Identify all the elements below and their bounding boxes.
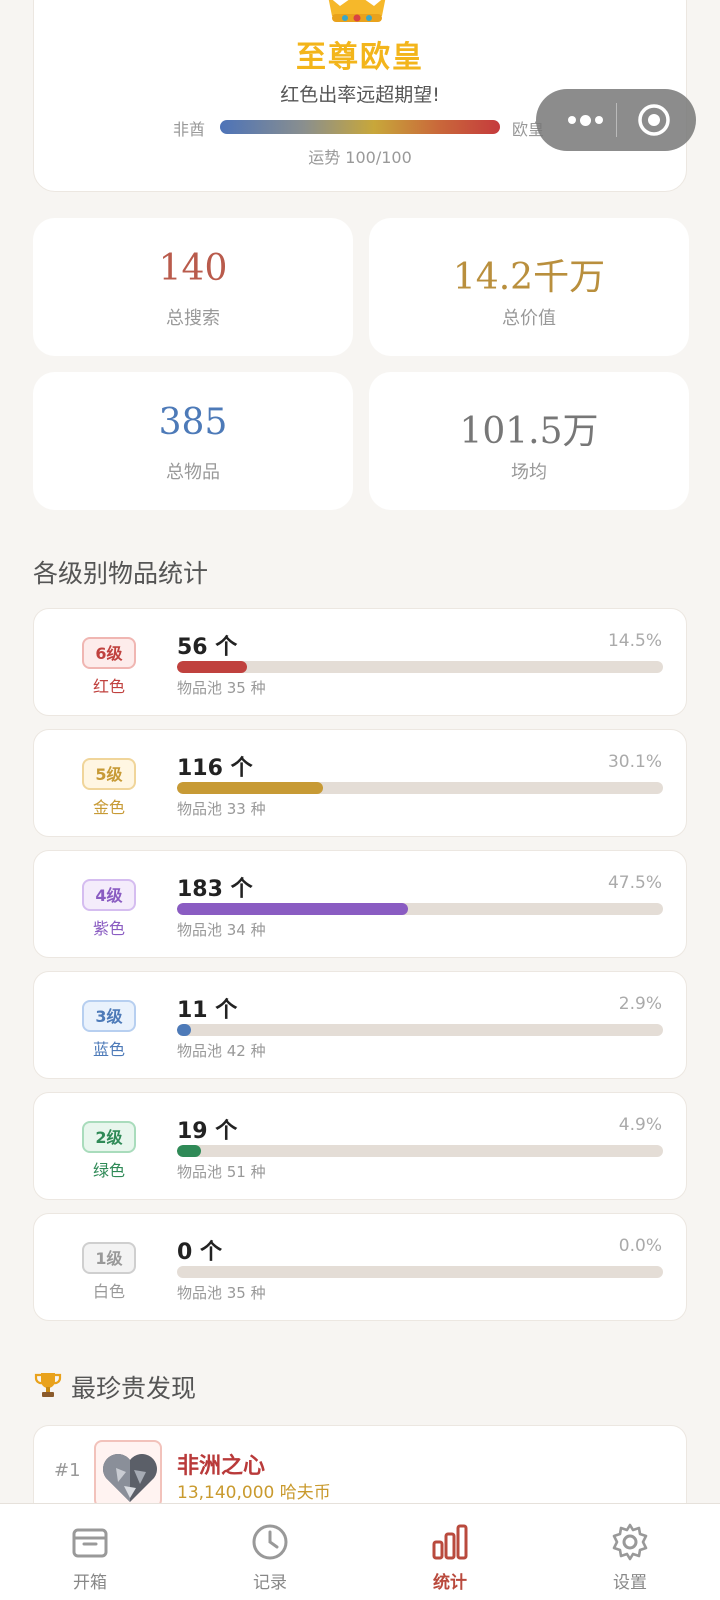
tab-records[interactable]: 记录 bbox=[180, 1504, 360, 1600]
grade-row-5: 5级 金色 116 个 30.1% 物品池 33 种 bbox=[33, 729, 687, 837]
stat-card-total-items: 385 总物品 bbox=[33, 372, 353, 510]
grade-progress-fill bbox=[177, 1145, 201, 1157]
stat-value: 385 bbox=[158, 402, 228, 443]
grade-pool: 物品池 51 种 bbox=[177, 1163, 266, 1181]
treasure-name: 非洲之心 bbox=[177, 1454, 266, 1479]
grade-count: 116 个 bbox=[177, 756, 253, 781]
grade-pool: 物品池 34 种 bbox=[177, 921, 266, 939]
crown-icon bbox=[328, 0, 386, 22]
gear-icon bbox=[612, 1523, 648, 1561]
stats-page: 至尊欧皇 红色出率远超期望! 非酋 欧皇 运势 100/100 140 总搜索 … bbox=[0, 0, 720, 1600]
grade-pool: 物品池 35 种 bbox=[177, 1284, 266, 1302]
grade-row-3: 3级 蓝色 11 个 2.9% 物品池 42 种 bbox=[33, 971, 687, 1079]
grade-color-name: 金色 bbox=[92, 798, 125, 817]
grade-percent: 47.5% bbox=[607, 873, 662, 893]
stat-card-total-value: 14.2千万 总价值 bbox=[369, 218, 689, 356]
rank-title: 至尊欧皇 bbox=[296, 40, 424, 75]
grade-count: 0 个 bbox=[177, 1240, 222, 1265]
grade-progress-fill bbox=[177, 782, 324, 794]
grade-percent: 4.9% bbox=[618, 1115, 662, 1135]
grade-count: 56 个 bbox=[177, 635, 238, 660]
grade-color-name: 红色 bbox=[92, 677, 125, 696]
stat-card-average: 101.5万 场均 bbox=[369, 372, 689, 510]
grade-badge: 1级 bbox=[82, 1242, 136, 1274]
grade-percent: 14.5% bbox=[607, 631, 662, 651]
grade-badge: 2级 bbox=[82, 1121, 136, 1153]
grade-progress-track bbox=[177, 661, 663, 673]
more-dot-icon bbox=[567, 116, 576, 124]
bottom-tab-bar: 开箱 记录 统计 设置 bbox=[0, 1503, 720, 1600]
stat-value: 101.5万 bbox=[459, 411, 599, 452]
grade-color-name: 绿色 bbox=[92, 1161, 125, 1180]
luck-gradient-bar bbox=[220, 120, 500, 134]
tab-label: 设置 bbox=[613, 1573, 647, 1593]
grade-row-2: 2级 绿色 19 个 4.9% 物品池 51 种 bbox=[33, 1092, 687, 1200]
tab-label: 记录 bbox=[253, 1573, 287, 1593]
grade-progress-track bbox=[177, 782, 663, 794]
more-dot-icon bbox=[594, 116, 603, 124]
grade-progress-fill bbox=[177, 903, 408, 915]
stat-label: 场均 bbox=[511, 462, 547, 483]
grade-color-name: 紫色 bbox=[92, 919, 125, 938]
box-icon bbox=[72, 1528, 108, 1558]
grade-pool: 物品池 33 种 bbox=[177, 800, 266, 818]
grade-progress-track bbox=[177, 903, 663, 915]
stat-value: 140 bbox=[158, 248, 228, 289]
luck-min-label: 非酋 bbox=[173, 120, 206, 139]
more-button[interactable] bbox=[554, 89, 616, 151]
miniprogram-capsule bbox=[536, 89, 696, 151]
grade-percent: 2.9% bbox=[618, 994, 662, 1014]
tab-label: 开箱 bbox=[73, 1573, 107, 1593]
clock-icon bbox=[252, 1524, 288, 1560]
capsule-divider bbox=[616, 103, 617, 137]
grade-progress-track bbox=[177, 1024, 663, 1036]
tab-label: 统计 bbox=[433, 1573, 467, 1593]
grade-pool: 物品池 42 种 bbox=[177, 1042, 266, 1060]
grade-row-1: 1级 白色 0 个 0.0% 物品池 35 种 bbox=[33, 1213, 687, 1321]
grade-badge: 6级 bbox=[82, 637, 136, 669]
diamond-heart-icon bbox=[103, 1454, 157, 1502]
grade-section-title: 各级别物品统计 bbox=[33, 559, 209, 588]
grade-badge: 3级 bbox=[82, 1000, 136, 1032]
treasure-section-title: 最珍贵发现 bbox=[71, 1374, 197, 1403]
grade-progress-track bbox=[177, 1145, 663, 1157]
stat-label: 总搜索 bbox=[166, 308, 220, 329]
stat-label: 总价值 bbox=[502, 308, 556, 329]
grade-count: 11 个 bbox=[177, 998, 238, 1023]
bar-chart-icon bbox=[432, 1524, 468, 1560]
grade-percent: 0.0% bbox=[618, 1236, 662, 1256]
grade-color-name: 蓝色 bbox=[92, 1040, 125, 1059]
grade-badge: 5级 bbox=[82, 758, 136, 790]
grade-row-6: 6级 红色 56 个 14.5% 物品池 35 种 bbox=[33, 608, 687, 716]
grade-progress-track bbox=[177, 1266, 663, 1278]
treasure-rank: #1 bbox=[54, 1460, 81, 1481]
stat-label: 总物品 bbox=[166, 462, 220, 483]
tab-open-box[interactable]: 开箱 bbox=[0, 1504, 180, 1600]
tab-statistics[interactable]: 统计 bbox=[360, 1504, 540, 1600]
treasure-price: 13,140,000 哈夫币 bbox=[177, 1483, 331, 1503]
grade-progress-fill bbox=[177, 661, 248, 673]
grade-pool: 物品池 35 种 bbox=[177, 679, 266, 697]
grade-percent: 30.1% bbox=[607, 752, 662, 772]
tab-settings[interactable]: 设置 bbox=[540, 1504, 720, 1600]
stat-card-total-searches: 140 总搜索 bbox=[33, 218, 353, 356]
grade-color-name: 白色 bbox=[92, 1282, 125, 1301]
grade-count: 183 个 bbox=[177, 877, 253, 902]
close-target-icon[interactable] bbox=[636, 102, 672, 138]
grade-badge: 4级 bbox=[82, 879, 136, 911]
trophy-icon bbox=[34, 1373, 62, 1397]
grade-progress-fill bbox=[177, 1024, 192, 1036]
grade-count: 19 个 bbox=[177, 1119, 238, 1144]
grade-row-4: 4级 紫色 183 个 47.5% 物品池 34 种 bbox=[33, 850, 687, 958]
more-dot-icon bbox=[579, 114, 591, 126]
stat-value: 14.2千万 bbox=[452, 257, 606, 298]
treasure-image bbox=[94, 1440, 162, 1508]
